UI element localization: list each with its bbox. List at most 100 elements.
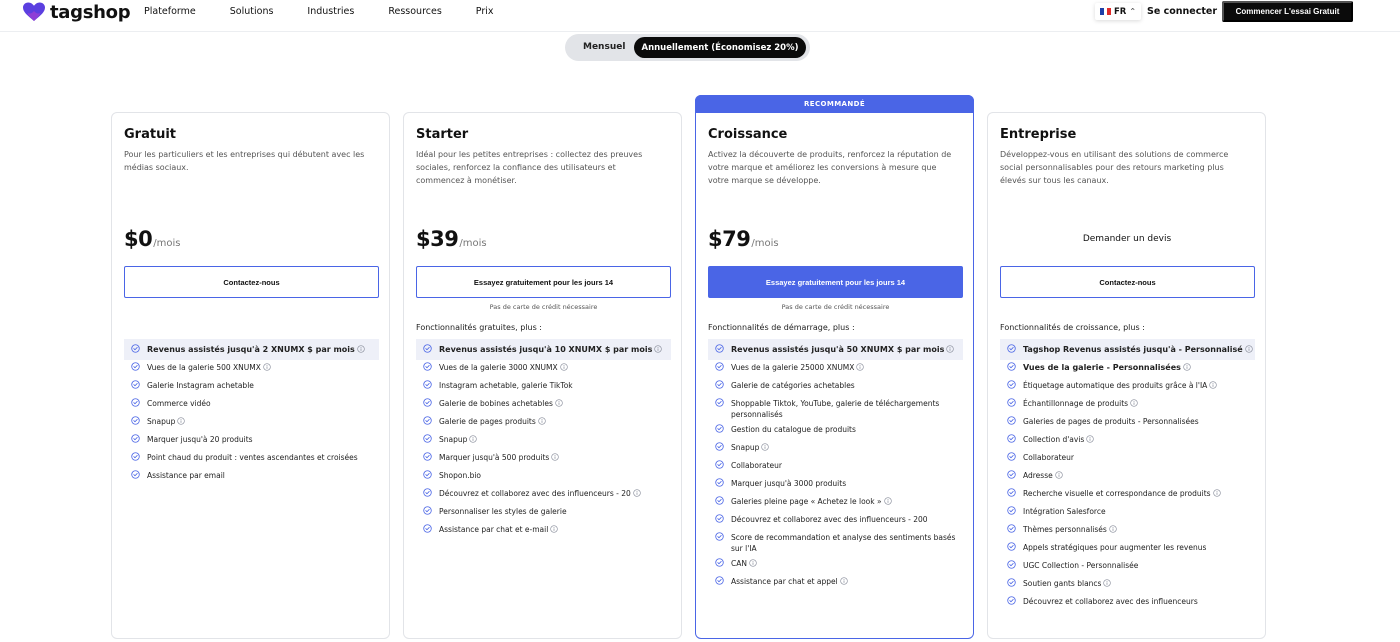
nav-item-prix[interactable]: Prix [476, 6, 494, 17]
toggle-annual[interactable]: Annuellement (Économisez 20%) [634, 37, 806, 58]
nav-item-industries[interactable]: Industries [307, 6, 354, 17]
feature-item: Revenus assistés jusqu'à 50 XNUMX $ par … [708, 339, 963, 360]
feature-label: Découvrez et collaborez avec des influen… [439, 489, 631, 498]
check-circle-icon [715, 496, 724, 505]
check-circle-icon [1007, 488, 1016, 497]
nav-item-solutions[interactable]: Solutions [230, 6, 274, 17]
start-trial-button[interactable]: Commencer L'essai Gratuit [1222, 1, 1353, 22]
feature-item: Commerce vidéo [124, 396, 379, 414]
info-icon[interactable] [1130, 399, 1138, 407]
info-icon[interactable] [263, 363, 271, 371]
info-icon[interactable] [840, 577, 848, 585]
info-icon[interactable] [559, 363, 568, 371]
info-icon[interactable] [761, 443, 770, 451]
info-icon[interactable] [1086, 435, 1095, 443]
check-circle-icon [423, 398, 432, 407]
info-icon[interactable] [1109, 525, 1117, 533]
check-circle-icon [1007, 434, 1016, 443]
feature-item: Collaborateur [1000, 450, 1255, 468]
info-icon[interactable] [1055, 471, 1063, 479]
logo[interactable]: tagshop [22, 1, 131, 23]
feature-item: UGC Collection - Personnalisée [1000, 558, 1255, 576]
check-circle-icon [423, 470, 432, 479]
check-circle-icon [423, 416, 432, 425]
toggle-monthly[interactable]: Mensuel [583, 42, 625, 52]
check-circle-icon [131, 434, 140, 443]
info-icon[interactable] [1212, 489, 1221, 497]
feature-label: Étiquetage automatique des produits grâc… [1023, 381, 1208, 390]
info-icon[interactable] [856, 363, 865, 371]
plan-name: Entreprise [1000, 127, 1077, 142]
info-icon[interactable] [883, 497, 892, 505]
feature-label: Gestion du catalogue de produits [731, 425, 856, 434]
feature-item: Vues de la galerie 25000 XNUMX [708, 360, 963, 378]
language-selector[interactable]: FR ⌃ [1095, 3, 1142, 20]
plan-description: Pour les particuliers et les entreprises… [124, 150, 365, 172]
site-header: tagshop Plateforme Solutions Industries … [0, 0, 1400, 32]
free-trial-button[interactable]: Essayez gratuitement pour les jours 14 [708, 266, 963, 298]
info-icon[interactable] [1245, 345, 1253, 353]
feature-label: Vues de la galerie 25000 XNUMX [731, 363, 855, 372]
feature-label: Galeries pleine page « Achetez le look » [731, 497, 882, 506]
recommended-badge: RECOMMANDÉ [695, 95, 974, 113]
feature-item: Instagram achetable, galerie TikTok [416, 378, 671, 396]
feature-item: Assistance par chat et appel [708, 574, 963, 592]
check-circle-icon [715, 344, 724, 353]
info-icon[interactable] [357, 345, 365, 353]
feature-item: Vues de la galerie 3000 XNUMX [416, 360, 671, 378]
free-trial-button[interactable]: Essayez gratuitement pour les jours 14 [416, 266, 671, 298]
info-icon[interactable] [946, 345, 955, 353]
feature-item: Vues de la galerie - Personnalisées [1000, 360, 1255, 378]
no-card-note: Pas de carte de crédit nécessaire [489, 303, 598, 311]
check-circle-icon [131, 362, 140, 371]
info-icon[interactable] [1183, 363, 1191, 371]
info-icon[interactable] [1103, 579, 1112, 587]
feature-item: Assistance par chat et e-mail [416, 522, 671, 540]
feature-label: Score de recommandation et analyse des s… [731, 533, 956, 553]
check-circle-icon [715, 424, 724, 433]
language-code: FR [1114, 6, 1127, 17]
login-link[interactable]: Se connecter [1147, 6, 1217, 17]
check-circle-icon [1007, 560, 1016, 569]
feature-item: Revenus assistés jusqu'à 2 XNUMX $ par m… [124, 339, 379, 360]
check-circle-icon [423, 506, 432, 515]
nav-item-ressources[interactable]: Ressources [388, 6, 441, 17]
feature-item: Galerie de bobines achetables [416, 396, 671, 414]
check-circle-icon [1007, 470, 1016, 479]
info-icon[interactable] [551, 453, 560, 461]
info-icon[interactable] [749, 559, 757, 567]
feature-item: Gestion du catalogue de produits [708, 422, 963, 440]
features-heading: Fonctionnalités de croissance, plus : [1000, 323, 1145, 332]
feature-label: Shopon.bio [439, 471, 482, 480]
feature-label: Shoppable Tiktok, YouTube, galerie de té… [731, 399, 940, 419]
info-icon[interactable] [654, 345, 663, 353]
info-icon[interactable] [555, 399, 563, 407]
info-icon[interactable] [550, 525, 558, 533]
plan-name: Starter [416, 127, 469, 142]
contact-button[interactable]: Contactez-nous [1000, 266, 1255, 298]
info-icon[interactable] [538, 417, 546, 425]
check-circle-icon [131, 416, 140, 425]
feature-label: Assistance par chat et appel [731, 577, 838, 586]
main-nav: Plateforme Solutions Industries Ressourc… [144, 6, 528, 17]
info-icon[interactable] [1209, 381, 1217, 389]
info-icon[interactable] [469, 435, 478, 443]
contact-button[interactable]: Contactez-nous [124, 266, 379, 298]
check-circle-icon [423, 524, 432, 533]
feature-item: Assistance par email [124, 468, 379, 486]
feature-label: Revenus assistés jusqu'à 2 XNUMX $ par m… [147, 345, 355, 354]
feature-item: CAN [708, 556, 963, 574]
plan-card-croissance: RECOMMANDÉ Croissance Activez la découve… [695, 95, 974, 639]
feature-item: Recherche visuelle et correspondance de … [1000, 486, 1255, 504]
info-icon[interactable] [177, 417, 186, 425]
feature-label: Galerie Instagram achetable [147, 381, 254, 390]
feature-label: Point chaud du produit : ventes ascendan… [147, 453, 358, 462]
nav-item-plateforme[interactable]: Plateforme [144, 6, 196, 17]
feature-label: Snapup [439, 435, 468, 444]
check-circle-icon [1007, 362, 1016, 371]
info-icon[interactable] [633, 489, 641, 497]
check-circle-icon [131, 452, 140, 461]
feature-item: Shoppable Tiktok, YouTube, galerie de té… [708, 396, 963, 422]
plan-card-starter: Starter Idéal pour les petites entrepris… [403, 112, 682, 639]
check-circle-icon [131, 398, 140, 407]
